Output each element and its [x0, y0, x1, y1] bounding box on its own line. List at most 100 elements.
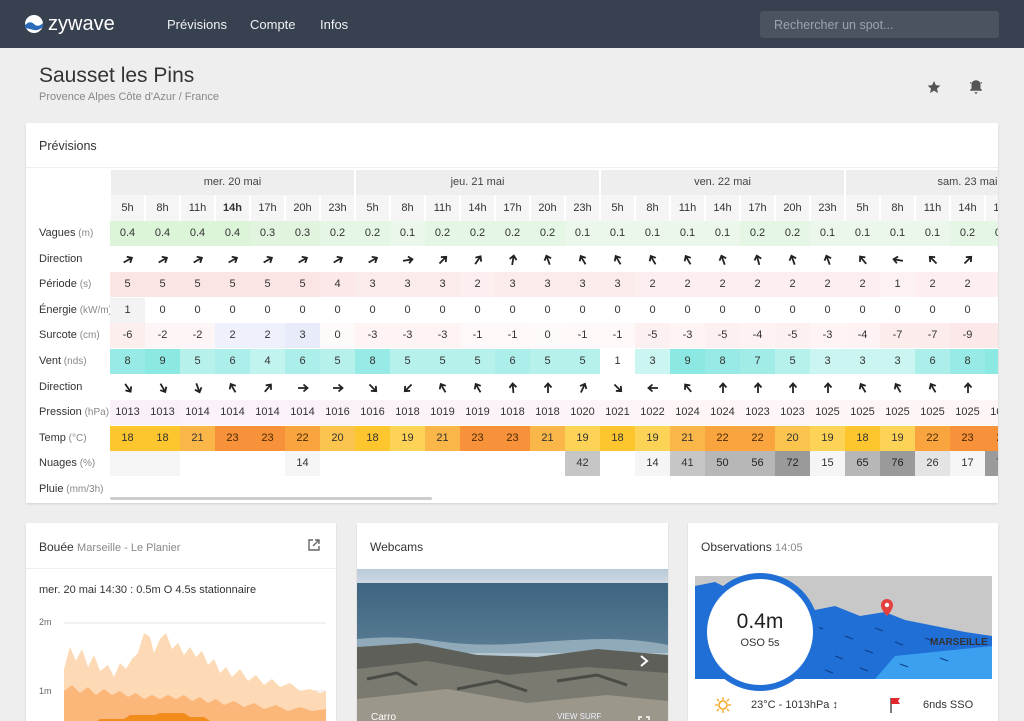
wave-direction-arrow-icon: [915, 247, 950, 272]
forecast-cell: -3: [390, 323, 425, 349]
row-unit: (kW/m): [76, 304, 112, 316]
webcam-image[interactable]: [357, 569, 668, 721]
forecast-cell: 3: [600, 272, 635, 298]
row-unit: (mm/3h): [63, 484, 104, 495]
nav-compte[interactable]: Compte: [250, 17, 296, 32]
wind-direction-arrow-icon: [600, 375, 635, 400]
forecast-cell: 1019: [460, 400, 495, 426]
hour-header: 20h: [776, 195, 809, 221]
fullscreen-icon[interactable]: [638, 715, 650, 721]
wind-direction-arrow-icon: [915, 375, 950, 400]
forecast-cell: 0: [894, 303, 901, 316]
external-link-icon[interactable]: [307, 538, 321, 552]
forecast-cell: -2: [145, 323, 180, 349]
forecast-cell: 1018: [390, 400, 425, 426]
day-header: ven. 22 mai: [601, 170, 844, 195]
forecast-cell: 2: [845, 272, 880, 298]
forecast-cell: 0.2: [775, 221, 810, 246]
forecast-cell: [530, 451, 565, 476]
forecast-cell: 0: [264, 303, 271, 316]
forecast-cell: 19: [880, 425, 915, 451]
forecast-cell: 4: [250, 349, 285, 374]
forecast-cell: 2: [985, 272, 998, 298]
forecast-cell: 0.1: [845, 221, 880, 246]
forecast-cell: 14: [285, 451, 320, 477]
forecast-cell: 5: [180, 272, 215, 298]
forecast-cell: -7: [880, 323, 915, 349]
next-arrow-icon[interactable]: [638, 654, 650, 668]
forecast-cell: 1024: [670, 400, 705, 426]
brand-name: zywave: [48, 13, 115, 35]
forecast-cell: 5: [530, 349, 565, 374]
row-label: Direction: [39, 247, 82, 272]
wave-gauge: 0.4m OSO 5s: [701, 573, 819, 691]
buoy-card: Bouée Marseille - Le Planier mer. 20 mai…: [26, 523, 336, 721]
nav-infos[interactable]: Infos: [320, 17, 348, 32]
hour-header: 11h: [671, 195, 704, 221]
breadcrumb: Provence Alpes Côte d'Azur / France: [39, 91, 220, 103]
forecast-cell: 1014: [285, 400, 320, 426]
horizontal-scrollbar[interactable]: [110, 497, 432, 500]
forecast-cell: 0.1: [810, 221, 845, 246]
forecast-cell: 3: [285, 323, 320, 349]
forecast-cell: 18: [110, 425, 145, 451]
wave-direction-arrow-icon: [740, 247, 775, 272]
buoy-header: Bouée Marseille - Le Planier: [39, 540, 180, 554]
forecast-cell: 1016: [320, 400, 355, 426]
zywave-logo[interactable]: zywave: [24, 9, 144, 39]
forecast-cell-empty: [110, 451, 145, 477]
hour-header: 20h: [286, 195, 319, 221]
page-title: Sausset les Pins: [39, 64, 195, 87]
forecast-cell: 14: [635, 451, 670, 477]
hour-header: 8h: [881, 195, 914, 221]
forecast-cell-empty: [145, 451, 180, 477]
forecast-cell: 0.4: [110, 221, 145, 246]
forecast-cell: 1024: [705, 400, 740, 426]
forecast-cell: 41: [670, 451, 705, 477]
buoy-location: Marseille - Le Planier: [77, 542, 181, 554]
wave-direction-arrow-icon: [530, 247, 565, 272]
forecast-cell: 0: [509, 303, 516, 316]
nav-previsions[interactable]: Prévisions: [167, 17, 227, 32]
wave-direction-arrow-icon: [635, 247, 670, 272]
forecast-cell: -6: [110, 323, 145, 349]
forecast-cell: 0: [299, 303, 306, 316]
forecast-cell: [180, 451, 215, 476]
wave-direction-arrow-icon: [985, 247, 998, 272]
forecast-cell: 4: [320, 272, 355, 298]
star-icon[interactable]: [925, 78, 943, 96]
forecast-cell: 1018: [530, 400, 565, 426]
wind-direction-arrow-icon: [215, 375, 250, 400]
forecast-cell: 0: [369, 303, 376, 316]
forecast-cell: -5: [705, 323, 740, 349]
forecast-cell: 0: [579, 303, 586, 316]
divider: [26, 167, 998, 168]
forecast-cell: 76: [880, 451, 915, 477]
forecast-cell: 2: [215, 323, 250, 349]
forecast-cell: 2: [250, 323, 285, 349]
hour-header: 17h: [986, 195, 998, 221]
bell-icon[interactable]: [967, 78, 985, 96]
forecast-cell: 1014: [250, 400, 285, 426]
forecast-cell: 1025: [915, 400, 950, 426]
forecast-cell: 0.1: [880, 221, 915, 246]
row-label-text: Temp: [39, 431, 66, 444]
row-label: Vent (nds): [39, 349, 87, 374]
forecast-cell: 0.2: [530, 221, 565, 246]
hour-header: 8h: [391, 195, 424, 221]
forecast-cell: 1: [600, 349, 635, 374]
wind-direction-arrow-icon: [985, 375, 998, 400]
webcams-card: Webcams Carro VIEW SURF: [357, 523, 668, 721]
row-label: Pluie (mm/3h): [39, 477, 103, 502]
buoy-y-label-1m: 1m: [39, 686, 52, 696]
wave-direction-arrow-icon: [705, 247, 740, 272]
forecast-cell: 0.3: [285, 221, 320, 246]
search-input[interactable]: [760, 11, 999, 38]
forecast-cell: 0.2: [740, 221, 775, 246]
forecast-cell: [600, 451, 635, 476]
forecast-table[interactable]: mer. 20 mai jeu. 21 mai ven. 22 mai sam. 23…: [26, 170, 998, 503]
forecast-cell: 56: [740, 451, 775, 477]
forecast-cell: 15: [810, 451, 845, 477]
forecast-cell: 0.2: [460, 221, 495, 246]
hour-header: 23h: [811, 195, 844, 221]
